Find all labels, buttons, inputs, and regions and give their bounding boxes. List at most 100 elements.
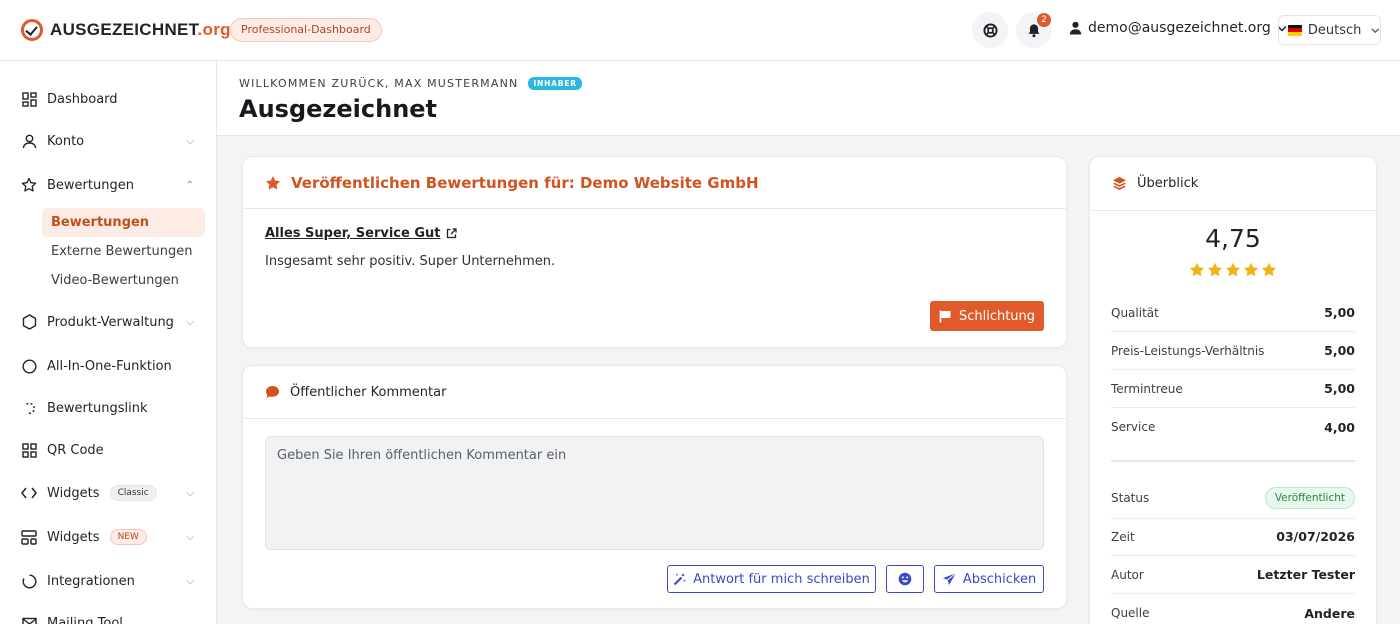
criteria-row: Service 4,00 bbox=[1111, 408, 1355, 446]
overview-card-header: Überblick bbox=[1090, 157, 1376, 211]
chat-bubble-icon bbox=[266, 386, 279, 398]
sidebar-item-integrationen[interactable]: Integrationen ⌵ bbox=[21, 569, 194, 593]
status-label: Status bbox=[1111, 490, 1150, 505]
criteria-row: Qualität 5,00 bbox=[1111, 294, 1355, 332]
sidebar-item-dashboard[interactable]: Dashboard bbox=[21, 87, 194, 111]
average-rating: 4,75 bbox=[1205, 224, 1261, 253]
sidebar-item-label: Widgets bbox=[47, 485, 100, 501]
criteria-label: Service bbox=[1111, 420, 1156, 434]
detail-row: Quelle Andere bbox=[1111, 594, 1355, 624]
criteria-value: 4,00 bbox=[1324, 419, 1355, 435]
review-card-title: Veröffentlichen Bewertungen für: Demo We… bbox=[291, 173, 759, 192]
sidebar-item-widgets-classic[interactable]: Widgets Classic ⌵ bbox=[21, 481, 194, 505]
sidebar-item-mailing-tool[interactable]: Mailing Tool bbox=[21, 611, 194, 624]
language-label: Deutsch bbox=[1307, 22, 1362, 38]
sidebar-item-label: Bewertungslink bbox=[47, 400, 148, 416]
sidebar-subitem-bewertungen[interactable]: Bewertungen bbox=[42, 208, 205, 237]
chevron-down-icon: ⌵ bbox=[186, 575, 194, 587]
criteria-label: Preis-Leistungs-Verhältnis bbox=[1111, 343, 1265, 358]
detail-label: Zeit bbox=[1111, 529, 1135, 544]
review-title: Alles Super, Service Gut bbox=[265, 226, 441, 241]
chevron-down-icon: ⌵ bbox=[186, 135, 194, 147]
comment-input[interactable] bbox=[265, 436, 1044, 550]
review-title-link[interactable]: Alles Super, Service Gut bbox=[265, 226, 458, 241]
page-title: Ausgezeichnet bbox=[239, 95, 438, 123]
star-icon bbox=[1261, 262, 1277, 277]
sidebar-item-label: Bewertungen bbox=[47, 177, 134, 193]
language-select[interactable]: Deutsch bbox=[1278, 15, 1381, 45]
star-icon bbox=[21, 177, 37, 193]
welcome-text: WILLKOMMEN ZURÜCK, MAX MUSTERMANN bbox=[239, 77, 519, 90]
lifebuoy-icon bbox=[982, 22, 998, 38]
detail-value: Letzter Tester bbox=[1256, 567, 1355, 582]
overview-card: Überblick 4,75 Qualität 5,00 Preis-Leistu… bbox=[1089, 156, 1377, 624]
review-text: Insgesamt sehr positiv. Super Unternehme… bbox=[265, 254, 556, 269]
criteria-value: 5,00 bbox=[1324, 343, 1355, 358]
dashboard-badge: Professional-Dashboard bbox=[230, 18, 382, 42]
detail-label: Autor bbox=[1111, 567, 1144, 582]
notifications-button[interactable]: 2 bbox=[1016, 12, 1052, 48]
criteria-value: 5,00 bbox=[1324, 305, 1355, 320]
german-flag-icon bbox=[1288, 24, 1302, 36]
layout-icon bbox=[21, 529, 37, 545]
sidebar-item-bewertungslink[interactable]: Bewertungslink bbox=[21, 396, 194, 420]
dispute-button[interactable]: Schlichtung bbox=[930, 301, 1044, 331]
welcome-line: WILLKOMMEN ZURÜCK, MAX MUSTERMANN INHABE… bbox=[239, 77, 582, 90]
qr-code-icon bbox=[21, 442, 37, 458]
sidebar-item-label: Konto bbox=[47, 133, 85, 149]
sidebar-item-widgets-new[interactable]: Widgets NEW ⌵ bbox=[21, 525, 194, 549]
classic-tag: Classic bbox=[109, 485, 157, 501]
detail-row: Autor Letzter Tester bbox=[1111, 556, 1355, 594]
support-button[interactable] bbox=[972, 12, 1008, 48]
sidebar-item-konto[interactable]: Konto ⌵ bbox=[21, 129, 194, 153]
user-icon bbox=[21, 133, 37, 149]
sidebar-item-bewertungen[interactable]: Bewertungen ⌃ bbox=[21, 173, 194, 197]
emoji-button[interactable] bbox=[886, 565, 924, 593]
chevron-down-icon bbox=[1371, 27, 1380, 33]
ai-reply-button-label: Antwort für mich schreiben bbox=[693, 571, 870, 587]
sidebar-item-qr-code[interactable]: QR Code bbox=[21, 438, 194, 462]
chevron-up-icon: ⌃ bbox=[185, 179, 194, 191]
external-link-icon bbox=[447, 228, 458, 239]
notification-count: 2 bbox=[1037, 13, 1051, 27]
loader-icon bbox=[21, 400, 37, 416]
chevron-down-icon: ⌵ bbox=[186, 487, 194, 499]
star-icon bbox=[1225, 262, 1241, 277]
sidebar-subitem-video-bewertungen[interactable]: Video-Bewertungen bbox=[42, 266, 205, 295]
code-icon bbox=[21, 485, 37, 501]
sidebar-subitem-externe-bewertungen[interactable]: Externe Bewertungen bbox=[42, 237, 205, 266]
logo-check-icon bbox=[21, 19, 43, 41]
chevron-down-icon: ⌵ bbox=[186, 531, 194, 543]
sidebar-item-produkt-verwaltung[interactable]: Produkt-Verwaltung ⌵ bbox=[21, 310, 194, 334]
star-icon bbox=[265, 175, 281, 189]
comment-card-header: Öffentlicher Kommentar bbox=[243, 366, 1066, 419]
criteria-row: Termintreue 5,00 bbox=[1111, 370, 1355, 408]
detail-row: Zeit 03/07/2026 bbox=[1111, 518, 1355, 556]
criteria-row: Preis-Leistungs-Verhältnis 5,00 bbox=[1111, 332, 1355, 370]
detail-value: Andere bbox=[1304, 605, 1355, 621]
detail-label: Quelle bbox=[1111, 606, 1150, 620]
comment-card: Öffentlicher Kommentar Antwort für mich … bbox=[242, 365, 1067, 609]
user-menu[interactable]: demo@ausgezeichnet.org bbox=[1069, 20, 1287, 36]
logo-text: AUSGEZEICHNET.org bbox=[50, 20, 231, 39]
sidebar-item-label: QR Code bbox=[47, 442, 104, 458]
sidebar-item-label: Widgets bbox=[47, 529, 100, 545]
send-button[interactable]: Abschicken bbox=[934, 565, 1044, 593]
mail-icon bbox=[21, 615, 37, 624]
criteria-label: Termintreue bbox=[1111, 381, 1183, 396]
logo[interactable]: AUSGEZEICHNET.org bbox=[21, 19, 231, 41]
status-badge: Veröffentlicht bbox=[1264, 486, 1355, 509]
send-button-label: Abschicken bbox=[962, 571, 1037, 587]
sidebar-item-label: Dashboard bbox=[47, 91, 118, 107]
dispute-button-label: Schlichtung bbox=[958, 308, 1036, 324]
sidebar-item-all-in-one[interactable]: All-In-One-Funktion bbox=[21, 354, 194, 378]
star-icon bbox=[1207, 262, 1223, 277]
criteria-label: Qualität bbox=[1111, 305, 1159, 320]
grid-icon bbox=[21, 91, 37, 107]
sidebar-item-label: Mailing Tool bbox=[47, 615, 123, 624]
ai-reply-button[interactable]: Antwort für mich schreiben bbox=[667, 565, 876, 593]
magic-wand-icon bbox=[673, 573, 686, 586]
send-icon bbox=[942, 572, 957, 585]
top-bar: AUSGEZEICHNET.org Professional-Dashboard… bbox=[0, 0, 1400, 61]
layers-icon bbox=[1113, 177, 1126, 190]
